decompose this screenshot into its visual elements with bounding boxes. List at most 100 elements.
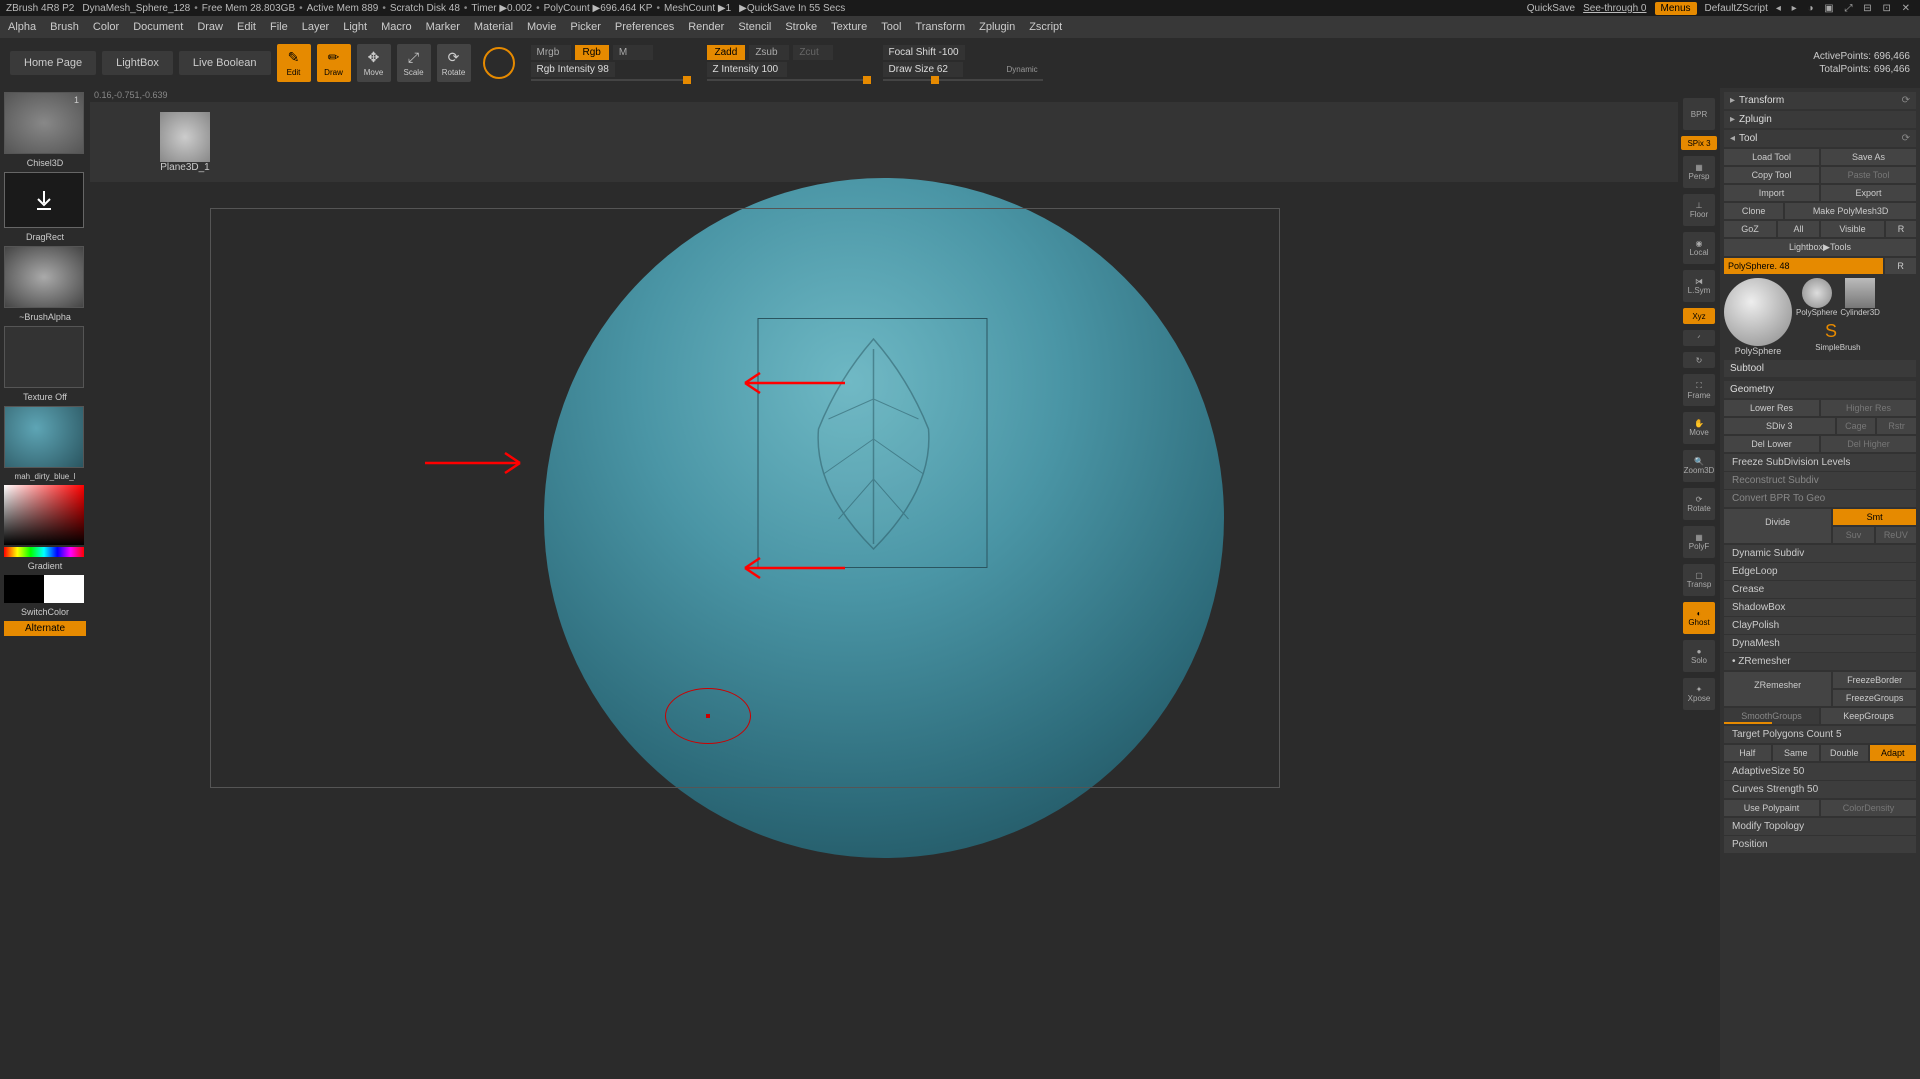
dynamic-label[interactable]: Dynamic — [1007, 65, 1038, 74]
transform-header[interactable]: ▸Transform⟳ — [1724, 92, 1916, 109]
lightbox-button[interactable]: LightBox — [102, 51, 173, 75]
lsym-button[interactable]: ⧒L.Sym — [1683, 270, 1715, 302]
smoothgroups[interactable]: SmoothGroups — [1724, 708, 1819, 724]
menu-material[interactable]: Material — [474, 21, 513, 33]
tool-header[interactable]: ◂Tool⟳ — [1724, 130, 1916, 147]
frame-button[interactable]: ⛶Frame — [1683, 374, 1715, 406]
default-zscript[interactable]: DefaultZScript — [1705, 3, 1768, 14]
suv-button[interactable]: Suv — [1833, 527, 1873, 543]
claypolish[interactable]: ClayPolish — [1724, 617, 1916, 634]
use-polypaint[interactable]: Use Polypaint — [1724, 800, 1819, 816]
subtool-header[interactable]: Subtool — [1724, 360, 1916, 377]
menu-light[interactable]: Light — [343, 21, 367, 33]
solo-button[interactable]: ●Solo — [1683, 640, 1715, 672]
tool-simplebrush[interactable]: S — [1825, 321, 1851, 343]
swatch-white[interactable] — [44, 575, 84, 603]
shadowbox[interactable]: ShadowBox — [1724, 599, 1916, 616]
rgb-button[interactable]: Rgb — [575, 45, 609, 60]
edgeloop[interactable]: EdgeLoop — [1724, 563, 1916, 580]
nav-icon[interactable]: ᐟ — [1683, 330, 1715, 346]
zadd-button[interactable]: Zadd — [707, 45, 746, 60]
same-button[interactable]: Same — [1773, 745, 1820, 761]
rotate-button[interactable]: ⟳Rotate — [1683, 488, 1715, 520]
paste-tool[interactable]: Paste Tool — [1821, 167, 1916, 183]
lower-res[interactable]: Lower Res — [1724, 400, 1819, 416]
menu-render[interactable]: Render — [688, 21, 724, 33]
move-mode[interactable]: ✥Move — [357, 44, 391, 82]
curves-strength[interactable]: Curves Strength 50 — [1724, 781, 1916, 798]
make-polymesh[interactable]: Make PolyMesh3D — [1785, 203, 1916, 219]
dynamic-subdiv[interactable]: Dynamic Subdiv — [1724, 545, 1916, 562]
menu-zscript[interactable]: Zscript — [1029, 21, 1062, 33]
quicksave-button[interactable]: QuickSave — [1527, 3, 1575, 14]
menu-layer[interactable]: Layer — [302, 21, 330, 33]
crease[interactable]: Crease — [1724, 581, 1916, 598]
swatch-black[interactable] — [4, 575, 44, 603]
goz-all[interactable]: All — [1778, 221, 1819, 237]
brush-thumb[interactable]: 1 — [4, 92, 84, 154]
nav-icon2[interactable]: ↻ — [1683, 352, 1715, 368]
lightbox-item[interactable] — [160, 112, 210, 162]
sdiv-slider[interactable]: SDiv 3 — [1724, 418, 1835, 434]
higher-res[interactable]: Higher Res — [1821, 400, 1916, 416]
freeze-subdiv[interactable]: Freeze SubDivision Levels — [1724, 454, 1916, 471]
hue-strip[interactable] — [4, 547, 84, 557]
convert-bpr[interactable]: Convert BPR To Geo — [1724, 490, 1916, 507]
focal-shift-slider[interactable]: Focal Shift -100 — [883, 45, 965, 60]
clone[interactable]: Clone — [1724, 203, 1783, 219]
seethrough-slider[interactable]: See-through 0 — [1583, 3, 1646, 14]
scale-mode[interactable]: ⤢Scale — [397, 44, 431, 82]
modify-topology[interactable]: Modify Topology — [1724, 818, 1916, 835]
target-polygons[interactable]: Target Polygons Count 5 — [1724, 726, 1916, 743]
zoom-button[interactable]: 🔍Zoom3D — [1683, 450, 1715, 482]
zremesher-button[interactable]: ZRemesher — [1724, 672, 1831, 706]
menu-tool[interactable]: Tool — [881, 21, 901, 33]
polyf-button[interactable]: ▦PolyF — [1683, 526, 1715, 558]
polysphere-slider[interactable]: PolySphere. 48 — [1724, 258, 1883, 274]
menu-texture[interactable]: Texture — [831, 21, 867, 33]
persp-button[interactable]: ▦Persp — [1683, 156, 1715, 188]
freezeborder[interactable]: FreezeBorder — [1833, 672, 1916, 688]
goz-visible[interactable]: Visible — [1821, 221, 1884, 237]
adapt-button[interactable]: Adapt — [1870, 745, 1917, 761]
del-lower[interactable]: Del Lower — [1724, 436, 1819, 452]
menu-transform[interactable]: Transform — [915, 21, 965, 33]
spix-button[interactable]: SPix 3 — [1681, 136, 1717, 150]
window-icons[interactable]: ◂ ▸ ◑ ▣ ⤢ ⊟ ⊡ ✕ — [1776, 3, 1914, 14]
canvas-area[interactable]: 0.16,-0.751,-0.639 Plane3D_1 — [90, 88, 1678, 1079]
local-button[interactable]: ◉Local — [1683, 232, 1715, 264]
menu-document[interactable]: Document — [133, 21, 183, 33]
save-as[interactable]: Save As — [1821, 149, 1916, 165]
ghost-button[interactable]: ◐Ghost — [1683, 602, 1715, 634]
gyro-icon[interactable] — [483, 47, 515, 79]
zplugin-header[interactable]: ▸Zplugin — [1724, 111, 1916, 128]
polysphere-r[interactable]: R — [1885, 258, 1916, 274]
mrgb-button[interactable]: Mrgb — [531, 45, 571, 60]
transp-button[interactable]: ▢Transp — [1683, 564, 1715, 596]
menu-stroke[interactable]: Stroke — [785, 21, 817, 33]
menu-file[interactable]: File — [270, 21, 288, 33]
tool-polysphere[interactable] — [1724, 278, 1792, 346]
reuv-button[interactable]: ReUV — [1876, 527, 1916, 543]
homepage-button[interactable]: Home Page — [10, 51, 96, 75]
export[interactable]: Export — [1821, 185, 1916, 201]
z-intensity-slider[interactable]: Z Intensity 100 — [707, 62, 787, 77]
copy-tool[interactable]: Copy Tool — [1724, 167, 1819, 183]
zsub-button[interactable]: Zsub — [749, 45, 789, 60]
xpose-button[interactable]: ✦Xpose — [1683, 678, 1715, 710]
draw-size-slider[interactable]: Draw Size 62 — [883, 62, 963, 77]
switchcolor-button[interactable]: SwitchColor — [4, 605, 86, 619]
lightbox-tools[interactable]: Lightbox▶Tools — [1724, 239, 1916, 256]
import[interactable]: Import — [1724, 185, 1819, 201]
adaptive-size[interactable]: AdaptiveSize 50 — [1724, 763, 1916, 780]
goz-r[interactable]: R — [1886, 221, 1916, 237]
smt-button[interactable]: Smt — [1833, 509, 1916, 525]
material-thumb[interactable] — [4, 406, 84, 468]
menu-edit[interactable]: Edit — [237, 21, 256, 33]
zcut-button[interactable]: Zcut — [793, 45, 833, 60]
menu-stencil[interactable]: Stencil — [738, 21, 771, 33]
floor-button[interactable]: ⊥Floor — [1683, 194, 1715, 226]
color-picker[interactable] — [4, 485, 84, 545]
reconstruct-subdiv[interactable]: Reconstruct Subdiv — [1724, 472, 1916, 489]
tool-mini-cyl[interactable] — [1845, 278, 1875, 308]
